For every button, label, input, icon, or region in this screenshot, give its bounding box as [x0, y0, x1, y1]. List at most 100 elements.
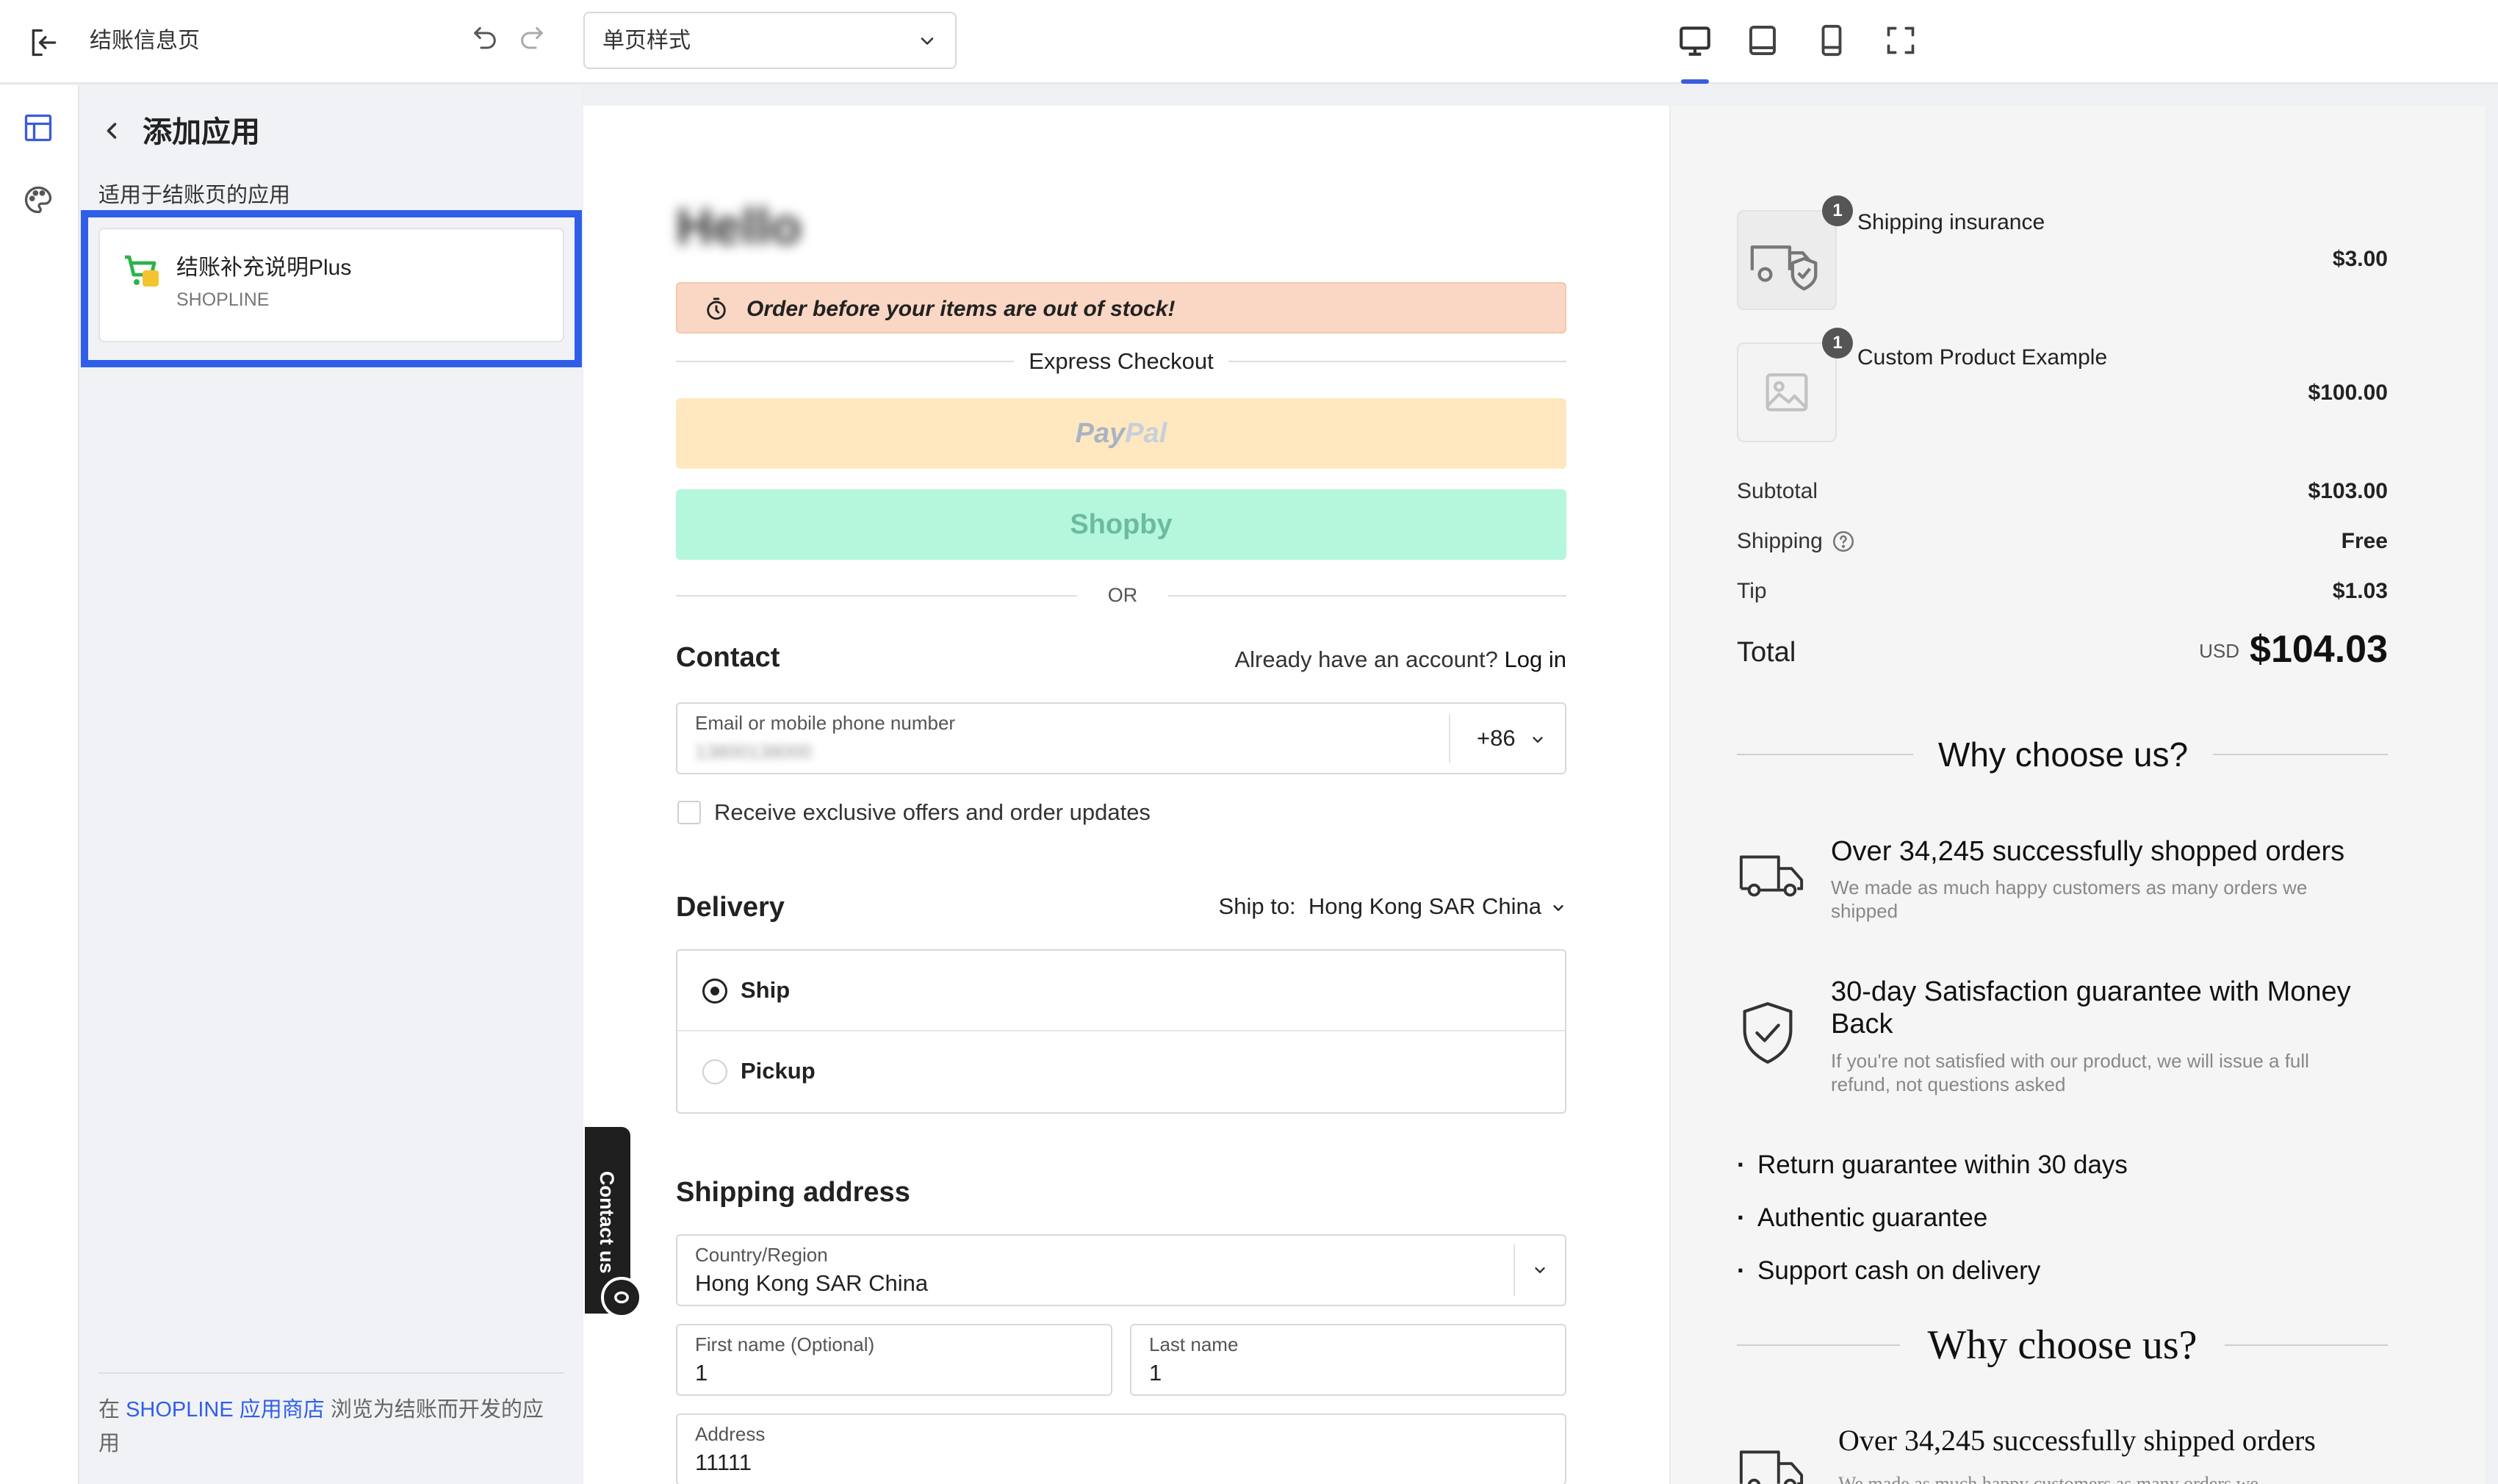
email-field-label: Email or mobile phone number: [695, 712, 956, 734]
why-choose-title: Why choose us?: [1937, 735, 2189, 774]
divider: [98, 1372, 564, 1374]
first-name-field[interactable]: First name (Optional) 1: [676, 1324, 1112, 1396]
shipping-address-heading: Shipping address: [676, 1177, 910, 1208]
truck-icon: [1737, 845, 1806, 914]
ship-option-label[interactable]: Ship: [741, 976, 790, 1005]
divider: [1228, 361, 1566, 362]
paypal-label-a: Pay: [1075, 417, 1126, 449]
item-price: $3.00: [2332, 247, 2388, 271]
pickup-radio[interactable]: [702, 1059, 727, 1084]
divider: [676, 595, 1077, 597]
store-logo: Hello: [676, 198, 802, 255]
why-choose-title-2: Why choose us?: [1927, 1322, 2198, 1368]
shipping-value: Free: [2341, 529, 2388, 553]
mobile-icon[interactable]: [1812, 21, 1851, 60]
phone-code-select[interactable]: +86: [1449, 714, 1565, 763]
item-name: Custom Product Example: [1857, 345, 2108, 370]
shopby-button[interactable]: Shopby: [676, 489, 1566, 560]
active-device-indicator: [1681, 79, 1709, 84]
canvas-gutter: [2485, 85, 2498, 1484]
image-placeholder-icon: [1765, 373, 1808, 411]
address-label: Address: [695, 1423, 766, 1445]
last-name-field[interactable]: Last name 1: [1130, 1324, 1566, 1396]
product-thumbnail: [1737, 210, 1837, 310]
chat-icon[interactable]: [601, 1277, 642, 1318]
page-style-select[interactable]: 单页样式: [583, 12, 957, 69]
item-price: $100.00: [2308, 381, 2388, 405]
chevron-down-icon[interactable]: [1513, 1245, 1565, 1296]
login-link[interactable]: Log in: [1505, 646, 1566, 672]
stock-banner: Order before your items are out of stock…: [676, 282, 1566, 334]
app-store-link[interactable]: SHOPLINE 应用商店: [126, 1398, 325, 1422]
subtotal-value: $103.00: [2308, 479, 2388, 503]
top-bar: [0, 0, 2498, 84]
shopby-label: Shopby: [1070, 508, 1173, 540]
divider: [1168, 595, 1566, 597]
tablet-icon[interactable]: [1743, 21, 1782, 60]
product-thumbnail: [1737, 342, 1837, 442]
stopwatch-icon: [704, 297, 729, 322]
feature-title: 30-day Satisfaction guarantee with Money…: [1831, 976, 2351, 1040]
chevron-down-icon: [1530, 732, 1546, 748]
shipping-label: Shipping: [1737, 529, 1823, 553]
page-name: 结账信息页: [90, 29, 200, 53]
delivery-heading: Delivery: [676, 892, 785, 923]
quantity-badge: 1: [1822, 195, 1853, 226]
hint-prefix: 在: [98, 1398, 126, 1422]
redo-icon[interactable]: [517, 22, 550, 54]
feature-title: Over 34,245 successfully shipped orders: [1838, 1424, 2316, 1457]
delivery-options: [676, 949, 1566, 1114]
app-name: 结账补充说明Plus: [176, 256, 352, 280]
icon-rail: [0, 85, 79, 1484]
pickup-option-label[interactable]: Pickup: [741, 1056, 816, 1086]
chevron-down-icon: [1550, 900, 1566, 916]
desktop-icon[interactable]: [1675, 21, 1715, 60]
ship-to-label: Ship to:: [1218, 893, 1296, 919]
divider: [2225, 1344, 2388, 1346]
email-field[interactable]: Email or mobile phone number 13800138000: [676, 702, 1566, 774]
truck-shield-icon: [1750, 245, 1818, 291]
contact-us-label: Contact us: [596, 1171, 618, 1274]
divider: [1737, 1344, 1900, 1346]
email-field-value: 13800138000: [695, 741, 813, 763]
ship-to-select[interactable]: Ship to: Hong Kong SAR China: [1146, 892, 1566, 921]
fullscreen-icon[interactable]: [1881, 21, 1921, 60]
quantity-badge: 1: [1822, 328, 1853, 359]
address-field[interactable]: Address 11111: [676, 1413, 1566, 1484]
feature-description: We made as much happy customers as many …: [1831, 876, 2308, 922]
last-name-label: Last name: [1149, 1333, 1239, 1355]
feature-description: We made as much happy customers as many …: [1838, 1473, 2258, 1484]
offers-label: Receive exclusive offers and order updat…: [714, 799, 1151, 825]
truck-icon: [1737, 1440, 1806, 1484]
tip-value: $1.03: [2332, 579, 2388, 603]
guarantee-bullet: Authentic guarantee: [1737, 1202, 1987, 1234]
app-card[interactable]: [98, 228, 564, 342]
help-circle-icon[interactable]: [1831, 529, 1856, 554]
paypal-label-b: Pal: [1125, 417, 1167, 449]
paypal-button[interactable]: PayPal: [676, 398, 1566, 469]
app-store-hint: 在 SHOPLINE 应用商店 浏览为结账而开发的应用: [98, 1393, 564, 1460]
feature-description: If you're not satisfied with our product…: [1831, 1050, 2309, 1095]
guarantee-bullet: Support cash on delivery: [1737, 1255, 2040, 1287]
country-value: Hong Kong SAR China: [695, 1270, 929, 1296]
back-chevron-icon[interactable]: [98, 118, 128, 147]
first-name-label: First name (Optional): [695, 1333, 875, 1355]
country-label: Country/Region: [695, 1244, 828, 1266]
total-amount: $104.03: [2250, 628, 2388, 671]
country-select[interactable]: Country/Region Hong Kong SAR China: [676, 1234, 1566, 1306]
panel-title: 添加应用: [143, 116, 260, 148]
palette-icon[interactable]: [22, 184, 57, 219]
ship-to-value: Hong Kong SAR China: [1308, 893, 1541, 919]
stock-banner-text: Order before your items are out of stock…: [746, 297, 1176, 321]
phone-code-value: +86: [1477, 725, 1516, 751]
undo-icon[interactable]: [470, 22, 503, 54]
offers-checkbox[interactable]: [677, 801, 701, 824]
or-label: OR: [1107, 584, 1138, 606]
exit-editor-icon[interactable]: [25, 24, 63, 62]
divider: [2213, 754, 2388, 755]
ship-radio[interactable]: [702, 979, 727, 1004]
layout-icon[interactable]: [22, 112, 57, 147]
app-vendor: SHOPLINE: [176, 289, 270, 310]
section-label: 适用于结账页的应用: [98, 184, 291, 207]
contact-heading: Contact: [676, 642, 780, 673]
